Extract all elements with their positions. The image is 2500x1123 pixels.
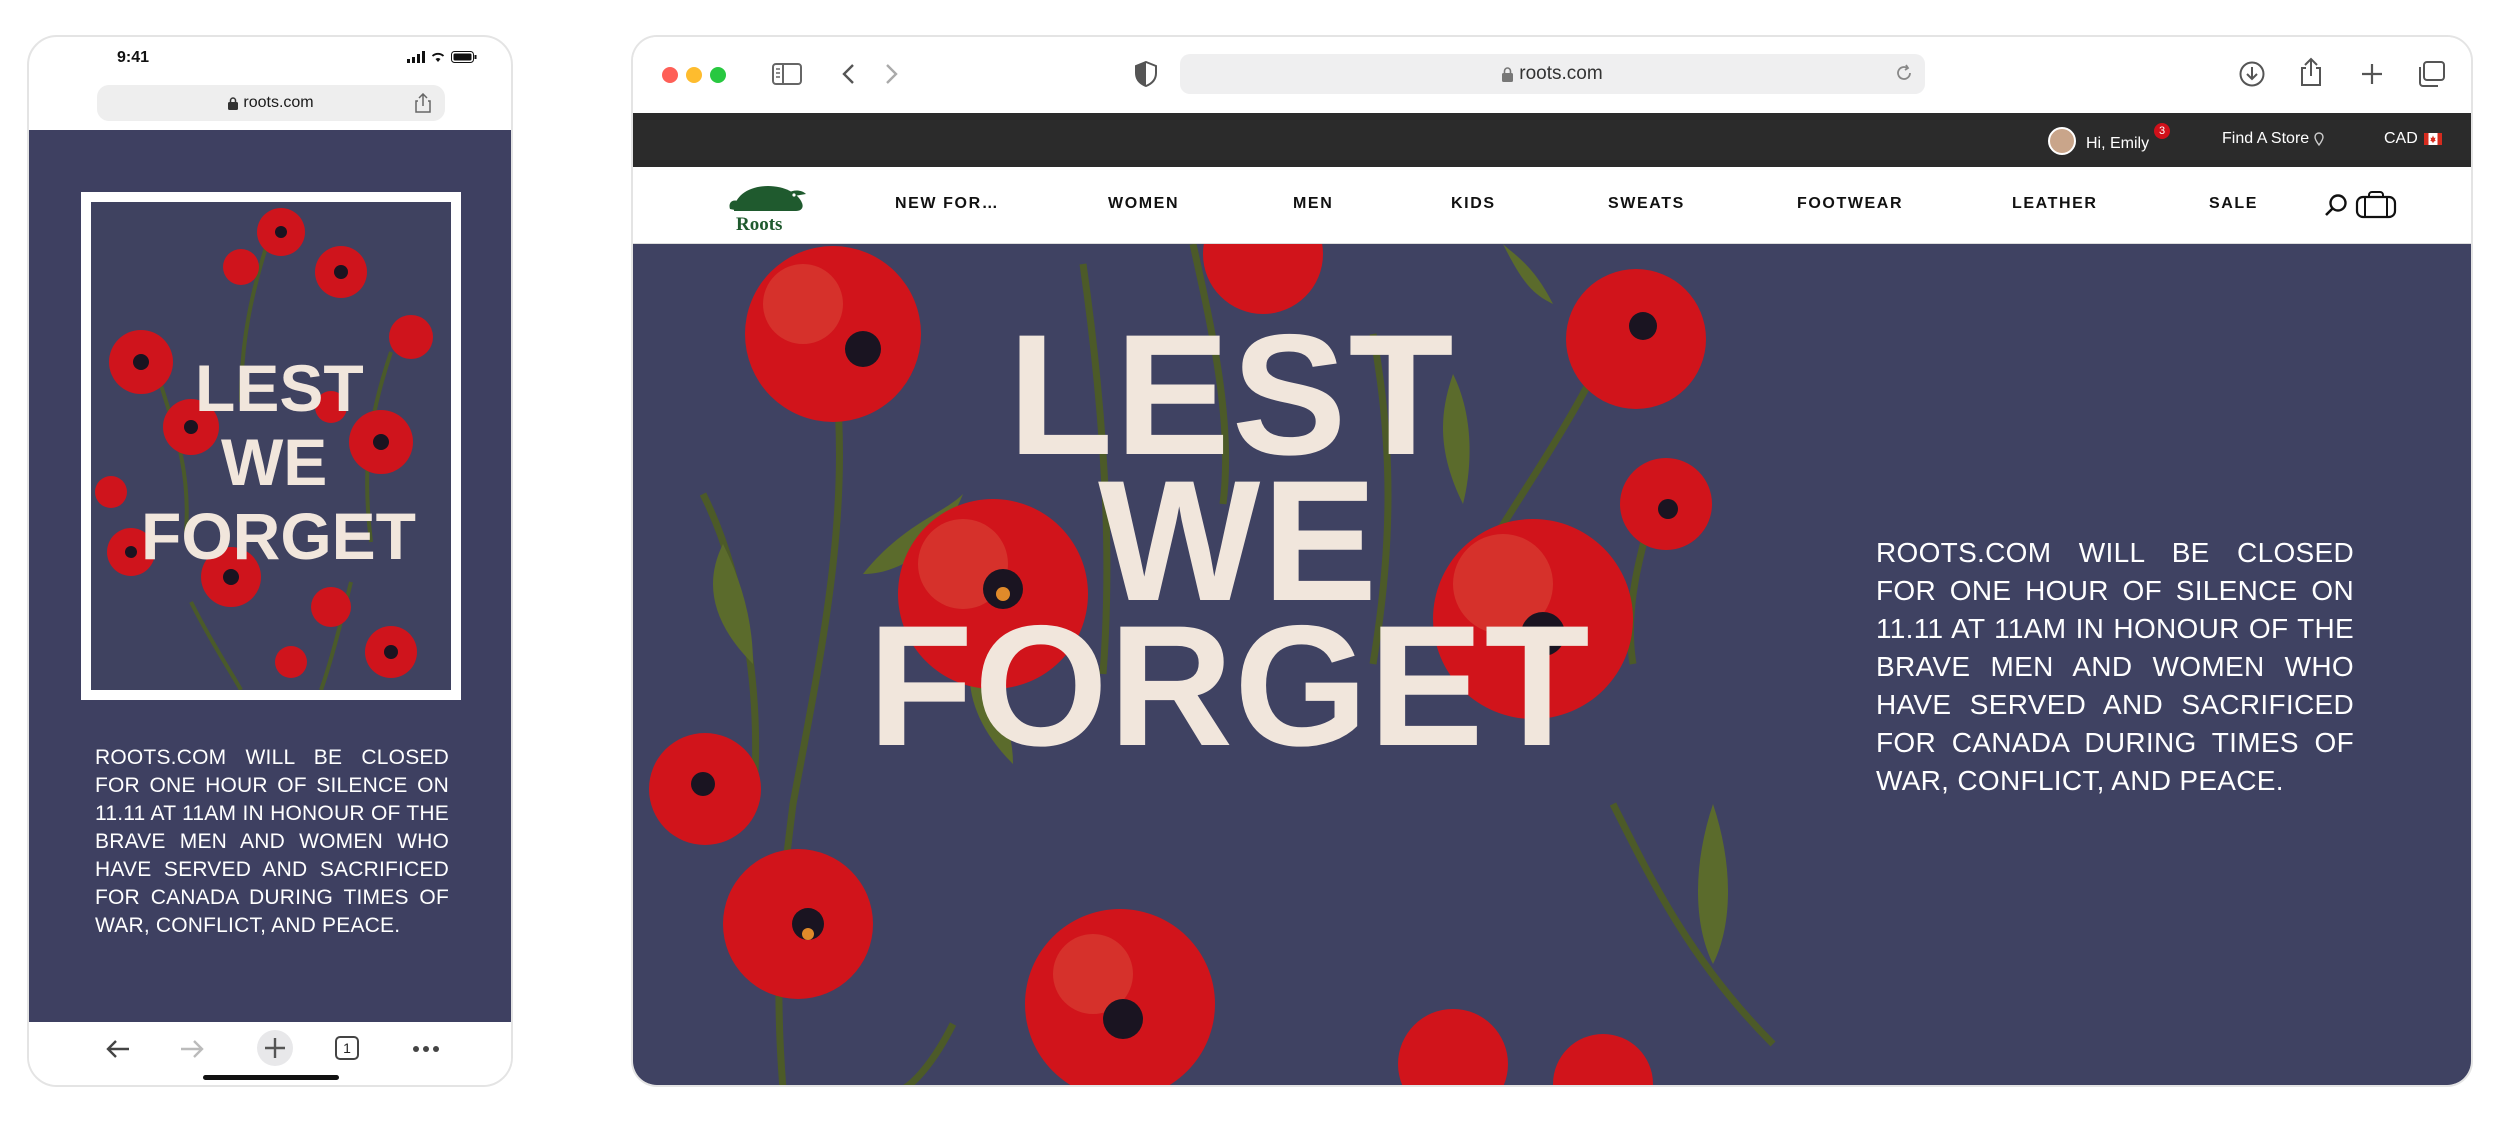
phone-poster-line-forget: FORGET [141, 499, 416, 573]
close-window-button[interactable] [662, 67, 678, 83]
phone-status-bar: 9:41 [29, 37, 511, 85]
notification-badge: 3 [2154, 123, 2170, 139]
address-bar[interactable]: roots.com [1180, 54, 1925, 94]
tabs-count: 1 [343, 1040, 351, 1056]
phone-poster-image: LEST WE FORGET [91, 202, 451, 690]
wifi-icon [431, 52, 445, 62]
phone-system-icons [407, 51, 477, 63]
nav-item-kids[interactable]: KIDS [1451, 195, 1496, 213]
lock-icon [1502, 66, 1514, 82]
share-icon[interactable] [415, 93, 431, 113]
shopping-bag-icon[interactable] [2355, 191, 2397, 219]
forward-arrow-icon[interactable] [885, 63, 899, 85]
hero-banner: LEST WE FORGET ROOTS.COM WILL BE CLOSED … [633, 244, 2471, 1085]
nav-item-men[interactable]: MEN [1293, 195, 1333, 213]
tabs-button[interactable]: 1 [335, 1036, 359, 1060]
zoom-window-button[interactable] [710, 67, 726, 83]
find-store-text: Find A Store [2222, 130, 2310, 147]
utility-bar: Hi, Emily 3 Find A Store CAD [633, 113, 2471, 167]
find-a-store-link[interactable]: Find A Store [2222, 130, 2324, 148]
phone-address-bar[interactable]: roots.com [97, 85, 445, 121]
address-bar-url: roots.com [1519, 63, 1603, 84]
phone-poster-line-we: WE [221, 425, 328, 499]
phone-page-content: LEST WE FORGET ROOTS.COM WILL BE CLOSED … [29, 130, 511, 1022]
phone-poster-line-lest: LEST [195, 351, 364, 425]
share-icon[interactable] [2300, 57, 2322, 87]
minimize-window-button[interactable] [686, 67, 702, 83]
greeting-text: Hi, Emily [2086, 135, 2150, 152]
screenshot-stage: 9:41 roots.com LEST WE FORGET ROOTS.COM … [0, 0, 2500, 1123]
back-arrow-icon[interactable] [841, 63, 855, 85]
sidebar-toggle-icon[interactable] [772, 63, 802, 85]
currency-text: CAD [2384, 130, 2418, 147]
hero-closure-notice: ROOTS.COM WILL BE CLOSED FOR ONE HOUR OF… [1876, 537, 2354, 796]
main-navigation: Roots NEW FOR… WOMEN MEN KIDS SWEATS FOO… [633, 167, 2471, 244]
canada-flag-icon [2423, 133, 2442, 145]
phone-mockup: 9:41 roots.com LEST WE FORGET ROOTS.COM … [27, 35, 513, 1087]
beaver-logo-icon [729, 186, 806, 211]
signal-icon [407, 51, 425, 63]
account-greeting[interactable]: Hi, Emily 3 [2048, 123, 2170, 158]
nav-item-sweats[interactable]: SWEATS [1608, 195, 1685, 213]
avatar [2048, 127, 2076, 155]
location-pin-icon [2314, 132, 2324, 146]
phone-clock: 9:41 [117, 49, 150, 66]
phone-poster-frame: LEST WE FORGET [81, 192, 461, 700]
search-icon[interactable] [2324, 193, 2348, 217]
download-icon[interactable] [2239, 61, 2265, 87]
nav-item-sale[interactable]: SALE [2209, 195, 2258, 213]
nav-item-women[interactable]: WOMEN [1108, 195, 1179, 213]
currency-selector[interactable]: CAD [2384, 130, 2442, 148]
browser-toolbar: roots.com [633, 37, 2471, 113]
phone-url-text: roots.com [243, 94, 314, 111]
new-tab-icon[interactable] [2360, 62, 2384, 86]
new-tab-icon[interactable] [255, 1028, 295, 1068]
tab-overview-icon[interactable] [2417, 61, 2445, 87]
home-indicator [203, 1075, 339, 1080]
more-menu-icon[interactable] [413, 1046, 439, 1052]
lock-icon [228, 96, 239, 110]
desktop-browser-window: roots.com Hi, Emily 3 Find A Store CAD R… [631, 35, 2473, 1087]
roots-logo[interactable]: Roots [728, 181, 808, 235]
hero-line-forget: FORGET [868, 590, 1591, 782]
nav-item-footwear[interactable]: FOOTWEAR [1797, 195, 1903, 213]
nav-item-leather[interactable]: LEATHER [2012, 195, 2098, 213]
phone-closure-notice: ROOTS.COM WILL BE CLOSED FOR ONE HOUR OF… [95, 746, 449, 937]
privacy-shield-icon[interactable] [1135, 61, 1157, 87]
reload-icon[interactable] [1895, 64, 1913, 82]
forward-arrow-icon[interactable] [179, 1038, 205, 1060]
logo-wordmark: Roots [736, 214, 783, 235]
nav-item-new-for[interactable]: NEW FOR… [895, 195, 999, 213]
battery-icon [451, 51, 477, 63]
back-arrow-icon[interactable] [105, 1038, 131, 1060]
